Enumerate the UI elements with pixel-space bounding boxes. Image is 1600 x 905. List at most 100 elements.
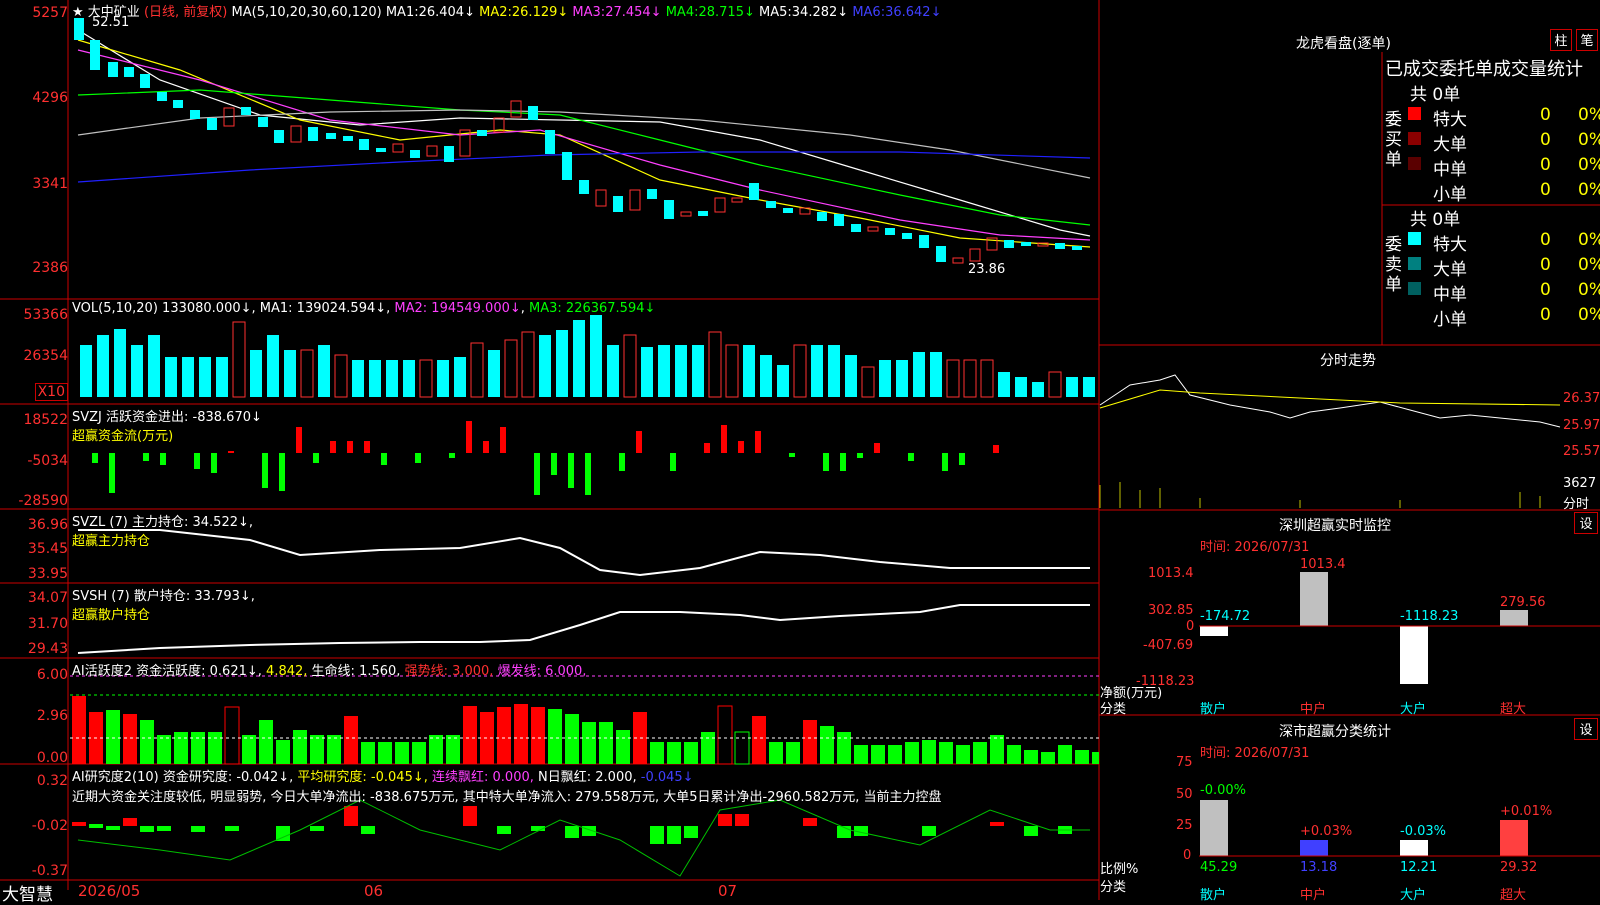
ai2-b: 平均研究度: -0.045↓, [297, 770, 428, 785]
buy-s-label: 小单 [1433, 185, 1467, 205]
svzl-axis-2: 35.45 [27, 541, 68, 557]
ma1-label: MA1: [385, 5, 419, 20]
sell-xl-pct: 0% [1578, 230, 1600, 250]
svzl-item: 主力持仓: 34.522↓, [131, 515, 254, 530]
ai1-a: 资金活跃度: 0.621↓, [136, 664, 262, 679]
vol-ma2: MA2: 194549.000↓ [394, 301, 521, 316]
period-label[interactable]: (日线, 前复权) [144, 5, 227, 20]
buy-xl-label: 特大 [1433, 110, 1467, 130]
vol-header: VOL(5,10,20) 133080.000↓, MA1: 139024.59… [72, 301, 656, 316]
svzj-item: 活跃资金进出: -838.670↓ [106, 410, 262, 425]
bar-view-button[interactable]: 柱 [1550, 29, 1572, 51]
sz-axis-4: -407.69 [1143, 638, 1194, 653]
buy-l-label: 大单 [1433, 135, 1467, 155]
sell-total: 共 0单 [1410, 210, 1461, 230]
sell-m-label: 中单 [1433, 285, 1467, 305]
vol-ma1: MA1: 139024.594↓ [259, 301, 387, 316]
ai2-comment: 近期大资金关注度较低, 明显弱势, 今日大单净流出: -838.675万元, 其… [72, 790, 942, 805]
vol-axis-2: 26354 [23, 348, 68, 364]
ai1-axis-2: 2.96 [36, 708, 68, 724]
tick-view-button[interactable]: 笔 [1576, 29, 1598, 51]
ai1-title: AI活跃度2 [72, 664, 132, 679]
svzj-header: SVZJ 活跃资金进出: -838.670↓ 超赢资金流(万元) [72, 406, 262, 444]
stats-title: 已成交委托单成交量统计 [1385, 59, 1583, 80]
date-3: 07 [718, 882, 738, 900]
svzl-title: SVZL (7) [72, 515, 128, 530]
vol-ma3: MA3: 226367.594↓ [529, 301, 656, 316]
star-icon[interactable]: ★ [72, 5, 84, 20]
ai1-b: 4.842, [266, 664, 308, 679]
cls-label-2: 分类 [1100, 880, 1127, 895]
svzl-sub: 超赢主力持仓 [72, 534, 151, 549]
fs-title: 分时走势 [1320, 353, 1376, 369]
svsh-sub: 超赢散户持仓 [72, 608, 151, 623]
ai1-c: 生命线: 1.560, [311, 664, 401, 679]
fl-val-1: 45.29 [1200, 860, 1238, 875]
fl-cat-2: 中户 [1300, 888, 1327, 903]
ai2-bars [72, 799, 1090, 877]
fs-vol: 3627 [1563, 476, 1597, 491]
fl-axis-4: 0 [1183, 848, 1192, 863]
ma5-value: 34.282↓ [791, 5, 849, 20]
sz-bars [1199, 572, 1600, 684]
fl-axis-3: 25 [1176, 818, 1193, 833]
ma2-value: 26.129↓ [511, 5, 569, 20]
sz-val-4: 279.56 [1500, 595, 1546, 610]
sz-cat-1: 散户 [1200, 702, 1227, 717]
ai1-d: 强势线: 3.000, [404, 664, 494, 679]
fl-cat-3: 大户 [1400, 888, 1427, 903]
fl-top-3: -0.03% [1400, 824, 1446, 839]
sz-val-3: -1118.23 [1400, 609, 1459, 624]
ai2-header: AI研究度2(10) 资金研究度: -0.042↓, 平均研究度: -0.045… [72, 766, 694, 785]
price-axis-1: 5257 [32, 5, 68, 21]
low-marker: 23.86 [968, 262, 1006, 277]
sell-rows: 特大 0 0% 大单 0 0% 中单 0 0% 小单 0 0% [1408, 230, 1600, 330]
fs-price-line [1099, 374, 1561, 428]
buy-total: 共 0单 [1410, 85, 1461, 105]
ai2-title: AI研究度2(10) [72, 770, 159, 785]
buy-s-count: 0 [1540, 180, 1551, 200]
date-1: 2026/05 [78, 882, 141, 900]
fs-axis-1: 26.37 [1563, 391, 1600, 406]
svsh-axis-2: 31.70 [27, 616, 68, 632]
svzj-sub: 超赢资金流(万元) [72, 429, 174, 444]
sell-l-label: 大单 [1433, 260, 1467, 280]
svzl-axis-1: 36.96 [27, 517, 68, 533]
ai1-axis-1: 6.00 [36, 667, 68, 683]
sz-settings-button[interactable]: 设 [1574, 512, 1598, 534]
svzl-axis-3: 33.95 [27, 566, 68, 582]
sz-val-1: -174.72 [1200, 609, 1251, 624]
fl-val-3: 12.21 [1400, 860, 1438, 875]
x10-label: X10 [34, 383, 68, 401]
ma4-label: MA4: [665, 5, 699, 20]
ma3-value: 27.454↓ [605, 5, 662, 20]
price-axis-2: 4296 [32, 90, 68, 106]
fs-avg-line [1099, 389, 1561, 409]
chart-header: ★ 大中矿业 (日线, 前复权) MA(5,10,20,30,60,120) M… [72, 1, 941, 20]
fl-settings-button[interactable]: 设 [1574, 718, 1598, 740]
fl-axis-2: 50 [1176, 787, 1193, 802]
svzl-header: SVZL (7) 主力持仓: 34.522↓, 超赢主力持仓 [72, 511, 253, 549]
ai2-d: N日飘红: 2.000, [538, 770, 637, 785]
svsh-axis-1: 34.07 [27, 590, 68, 606]
fl-top-1: -0.00% [1200, 783, 1246, 798]
buy-rows: 特大 0 0% 大单 0 0% 中单 0 0% 小单 0 0% [1408, 105, 1600, 205]
buy-m-label: 中单 [1433, 160, 1467, 180]
ma3-label: MA3: [572, 5, 606, 20]
ma5-label: MA5: [759, 5, 792, 20]
fs-axis-2: 25.97 [1563, 418, 1600, 433]
ratio-label: 比例% [1100, 862, 1139, 877]
high-marker: 52.51 [92, 15, 130, 30]
sz-time: 时间: 2026/07/31 [1200, 540, 1310, 555]
fs-axis-3: 25.57 [1563, 444, 1600, 459]
ai2-a: 资金研究度: -0.042↓, [162, 770, 294, 785]
sz-axis-1: 1013.4 [1148, 566, 1194, 581]
sz-title: 深圳超赢实时监控 [1279, 518, 1391, 534]
buy-s-pct: 0% [1578, 180, 1600, 200]
fl-val-4: 29.32 [1500, 860, 1538, 875]
sell-l-pct: 0% [1578, 255, 1600, 275]
volume-bars [80, 315, 1095, 398]
ai1-axis-3: 0.00 [36, 750, 68, 766]
fl-cat-4: 超大 [1500, 888, 1527, 903]
vol-title: VOL(5,10,20) [72, 301, 158, 316]
